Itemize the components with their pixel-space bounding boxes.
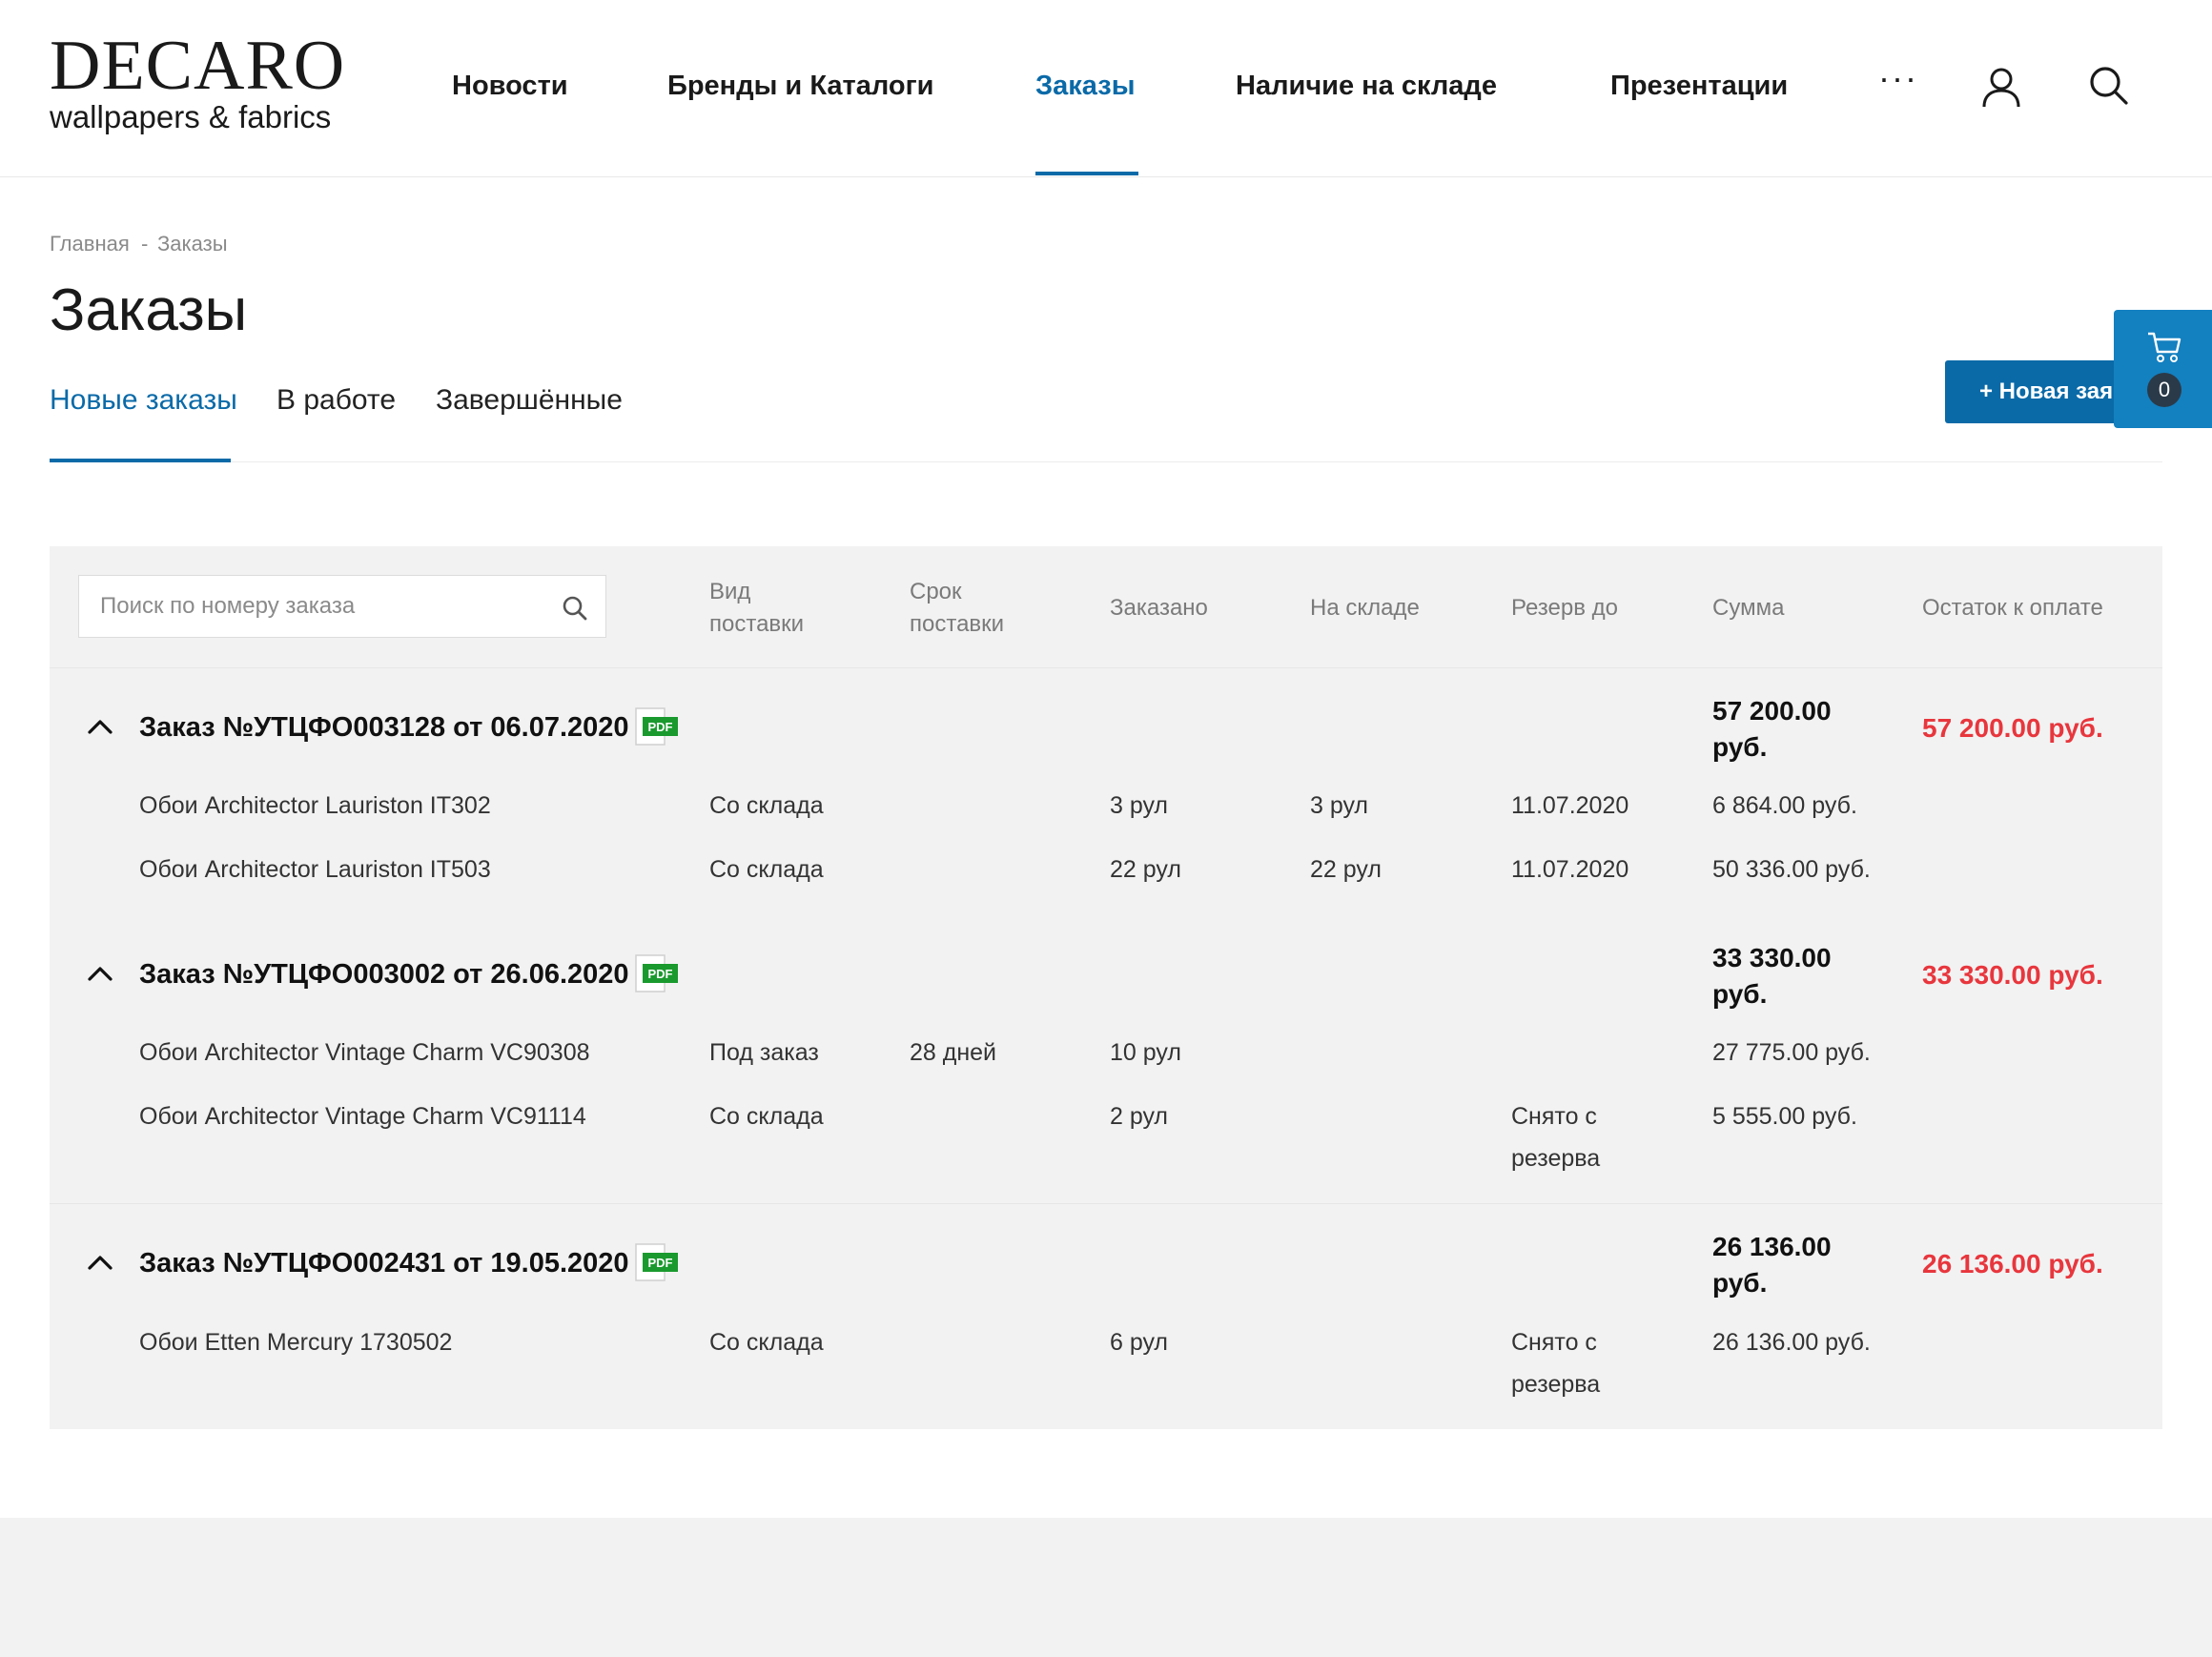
order-sum: 33 330.00 руб. — [1712, 943, 1832, 1009]
item-reserve-status: Снято с резерва — [1511, 1329, 1601, 1398]
order-title[interactable]: Заказ №УТЦФО003128 от 06.07.2020 — [139, 710, 629, 745]
column-header-delivery-term: Срок поставки — [910, 579, 1005, 637]
order-due: 57 200.00 руб. — [1922, 713, 2103, 743]
tabs-divider — [50, 461, 2162, 462]
nav-item-news[interactable]: Новости — [452, 67, 568, 105]
caret-up-icon[interactable] — [86, 1248, 114, 1277]
order-due: 26 136.00 руб. — [1922, 1249, 2103, 1279]
item-in-stock: 3 рул — [1310, 792, 1369, 819]
item-name: Обои Etten Mercury 1730502 — [139, 1329, 453, 1356]
order-due: 33 330.00 руб. — [1922, 960, 2103, 990]
item-sum: 5 555.00 руб. — [1712, 1103, 1857, 1130]
item-sum: 50 336.00 руб. — [1712, 856, 1871, 883]
item-delivery-type: Со склада — [709, 1329, 824, 1356]
item-reserve-status: Снято с резерва — [1511, 1103, 1601, 1172]
item-delivery-type: Со склада — [709, 792, 824, 819]
item-ordered: 22 рул — [1110, 856, 1181, 883]
nav-item-presentations[interactable]: Презентации — [1610, 67, 1788, 105]
item-name: Обои Architector Vintage Charm VC90308 — [139, 1039, 590, 1066]
pdf-icon[interactable]: PDF — [635, 1243, 679, 1281]
order-sum: 26 136.00 руб. — [1712, 1232, 1832, 1298]
item-in-stock: 22 рул — [1310, 856, 1382, 883]
item-ordered: 10 рул — [1110, 1039, 1181, 1066]
nav-active-underline — [1035, 172, 1138, 175]
order-title[interactable]: Заказ №УТЦФО003002 от 26.06.2020 — [139, 957, 629, 992]
item-delivery-type: Со склада — [709, 856, 824, 883]
column-header-reserve-until: Резерв до — [1511, 595, 1618, 621]
item-reserve-until: 11.07.2020 — [1511, 792, 1629, 819]
logo-title[interactable]: DECARO — [50, 31, 345, 101]
svg-text:PDF: PDF — [648, 1256, 673, 1270]
caret-up-icon[interactable] — [86, 712, 114, 741]
breadcrumb-home[interactable]: Главная — [50, 231, 130, 257]
tab-new-orders[interactable]: Новые заказы — [50, 383, 237, 418]
column-header-sum: Сумма — [1712, 595, 1785, 621]
page-footer — [0, 1518, 2212, 1657]
svg-text:PDF: PDF — [648, 720, 673, 734]
column-header-ordered: Заказано — [1110, 595, 1208, 621]
item-name: Обои Architector Lauriston IT503 — [139, 856, 491, 883]
header-divider — [0, 176, 2212, 177]
order-search-input[interactable] — [100, 576, 548, 637]
cart-count-badge: 0 — [2147, 373, 2181, 407]
item-sum: 27 775.00 руб. — [1712, 1039, 1871, 1066]
breadcrumb-current: Заказы — [157, 232, 228, 256]
svg-text:PDF: PDF — [648, 967, 673, 981]
page-title: Заказы — [50, 277, 248, 343]
item-delivery-term: 28 дней — [910, 1039, 997, 1066]
search-icon[interactable] — [2088, 65, 2130, 107]
breadcrumb-separator: - — [141, 232, 149, 256]
tab-active-underline — [50, 459, 231, 462]
tab-in-progress[interactable]: В работе — [276, 383, 396, 418]
caret-up-icon[interactable] — [86, 959, 114, 988]
item-sum: 26 136.00 руб. — [1712, 1329, 1871, 1356]
nav-more-button[interactable]: ··· — [1878, 59, 1918, 97]
cart-widget[interactable]: 0 — [2114, 310, 2212, 428]
nav-item-brands[interactable]: Бренды и Каталоги — [667, 67, 934, 105]
search-icon[interactable] — [562, 595, 588, 622]
tab-completed[interactable]: Завершённые — [436, 383, 623, 418]
item-delivery-type: Под заказ — [709, 1039, 819, 1066]
pdf-icon[interactable]: PDF — [635, 707, 679, 746]
column-header-in-stock: На складе — [1310, 595, 1420, 621]
cart-icon — [2148, 332, 2181, 362]
order-search-field[interactable] — [78, 575, 606, 638]
order-title[interactable]: Заказ №УТЦФО002431 от 19.05.2020 — [139, 1246, 629, 1280]
item-delivery-type: Со склада — [709, 1103, 824, 1130]
pdf-icon[interactable]: PDF — [635, 954, 679, 992]
column-header-delivery-type: Вид поставки — [709, 579, 805, 637]
item-sum: 6 864.00 руб. — [1712, 792, 1857, 819]
logo-subtitle: wallpapers & fabrics — [50, 99, 332, 134]
order-sum: 57 200.00 руб. — [1712, 696, 1832, 762]
item-name: Обои Architector Vintage Charm VC91114 — [139, 1103, 586, 1130]
item-ordered: 2 рул — [1110, 1103, 1169, 1130]
nav-item-orders[interactable]: Заказы — [1035, 67, 1135, 105]
item-reserve-until: 11.07.2020 — [1511, 856, 1629, 883]
column-header-due: Остаток к оплате — [1922, 595, 2103, 621]
table-header-divider — [50, 667, 2162, 668]
user-icon[interactable] — [1979, 65, 2023, 109]
nav-item-stock[interactable]: Наличие на складе — [1236, 67, 1497, 105]
item-name: Обои Architector Lauriston IT302 — [139, 792, 491, 819]
order-divider — [50, 1203, 2162, 1204]
item-ordered: 6 рул — [1110, 1329, 1169, 1356]
item-ordered: 3 рул — [1110, 792, 1169, 819]
